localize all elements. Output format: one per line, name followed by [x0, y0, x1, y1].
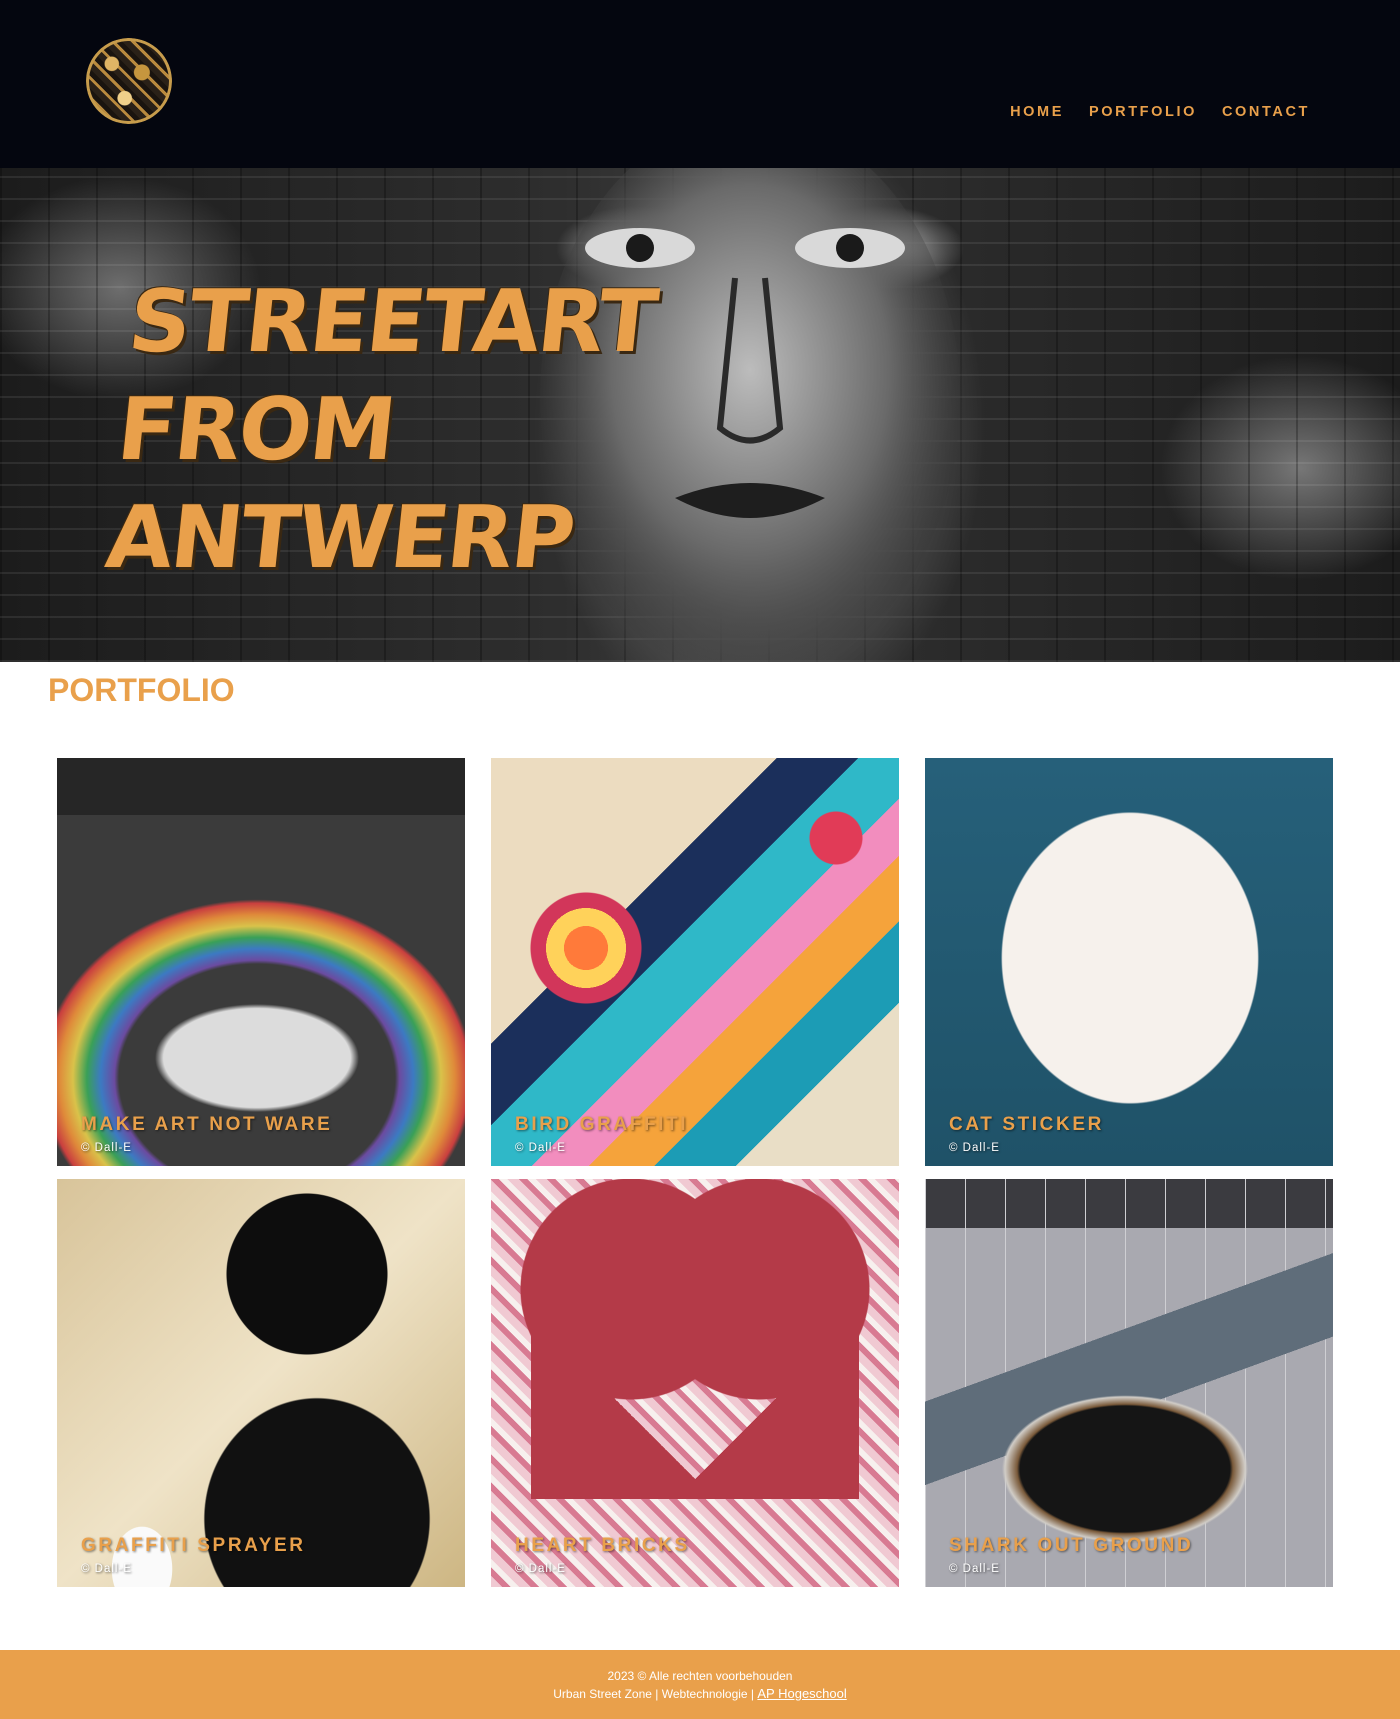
site-header: HOME PORTFOLIO CONTACT	[0, 0, 1400, 168]
portfolio-card-credit: © Dall-E	[81, 1142, 132, 1154]
portfolio-card[interactable]: CAT STICKER © Dall-E	[925, 758, 1333, 1166]
nav-home-link[interactable]: HOME	[1010, 104, 1064, 120]
portfolio-card[interactable]: SHARK OUT GROUND © Dall-E	[925, 1179, 1333, 1587]
portfolio-image	[925, 758, 1333, 1166]
portfolio-card-credit: © Dall-E	[949, 1563, 1000, 1575]
portfolio-grid: MAKE ART NOT WARE © Dall-E BIRD GRAFFITI…	[57, 758, 1335, 1587]
hero-banner: STREETART FROM ANTWERP	[0, 168, 1400, 662]
portfolio-card[interactable]: BIRD GRAFFITI © Dall-E	[491, 758, 899, 1166]
portfolio-image	[57, 1179, 465, 1587]
copyright-text: 2023 © Alle rechten voorbehouden	[607, 1669, 793, 1683]
site-footer: 2023 © Alle rechten voorbehouden Urban S…	[0, 1650, 1400, 1719]
hero-title-line: ANTWERP	[101, 488, 578, 588]
logo[interactable]	[86, 38, 172, 124]
hero-title-line: FROM	[112, 380, 399, 480]
portfolio-card[interactable]: HEART BRICKS © Dall-E	[491, 1179, 899, 1587]
portfolio-card-credit: © Dall-E	[949, 1142, 1000, 1154]
hero-title-line: STREETART	[124, 272, 661, 372]
portfolio-card[interactable]: MAKE ART NOT WARE © Dall-E	[57, 758, 465, 1166]
footer-credits: Urban Street Zone | Webtechnologie | AP …	[0, 1685, 1400, 1703]
portfolio-card-title: SHARK OUT GROUND	[949, 1535, 1194, 1556]
portfolio-image	[57, 758, 465, 1166]
portfolio-card-title: HEART BRICKS	[515, 1535, 690, 1556]
nav-contact-link[interactable]: CONTACT	[1222, 104, 1310, 120]
portfolio-image	[491, 1179, 899, 1587]
portfolio-card-credit: © Dall-E	[81, 1563, 132, 1575]
portfolio-card-title: GRAFFITI SPRAYER	[81, 1535, 306, 1556]
portfolio-card-title: BIRD GRAFFITI	[515, 1114, 689, 1135]
portfolio-image	[925, 1179, 1333, 1587]
portfolio-image	[491, 758, 899, 1166]
nav-portfolio-link[interactable]: PORTFOLIO	[1089, 104, 1197, 120]
portfolio-card-title: CAT STICKER	[949, 1114, 1104, 1135]
portfolio-heading: PORTFOLIO	[48, 672, 235, 708]
portfolio-card-title: MAKE ART NOT WARE	[81, 1114, 333, 1135]
hero-title: STREETART FROM ANTWERP	[101, 268, 661, 592]
ap-hogeschool-link[interactable]: AP Hogeschool	[757, 1686, 846, 1701]
main-nav: HOME PORTFOLIO CONTACT	[1010, 104, 1310, 120]
footer-credits-text: Urban Street Zone | Webtechnologie |	[553, 1687, 755, 1701]
portfolio-card[interactable]: GRAFFITI SPRAYER © Dall-E	[57, 1179, 465, 1587]
portfolio-card-credit: © Dall-E	[515, 1142, 566, 1154]
portfolio-card-credit: © Dall-E	[515, 1563, 566, 1575]
